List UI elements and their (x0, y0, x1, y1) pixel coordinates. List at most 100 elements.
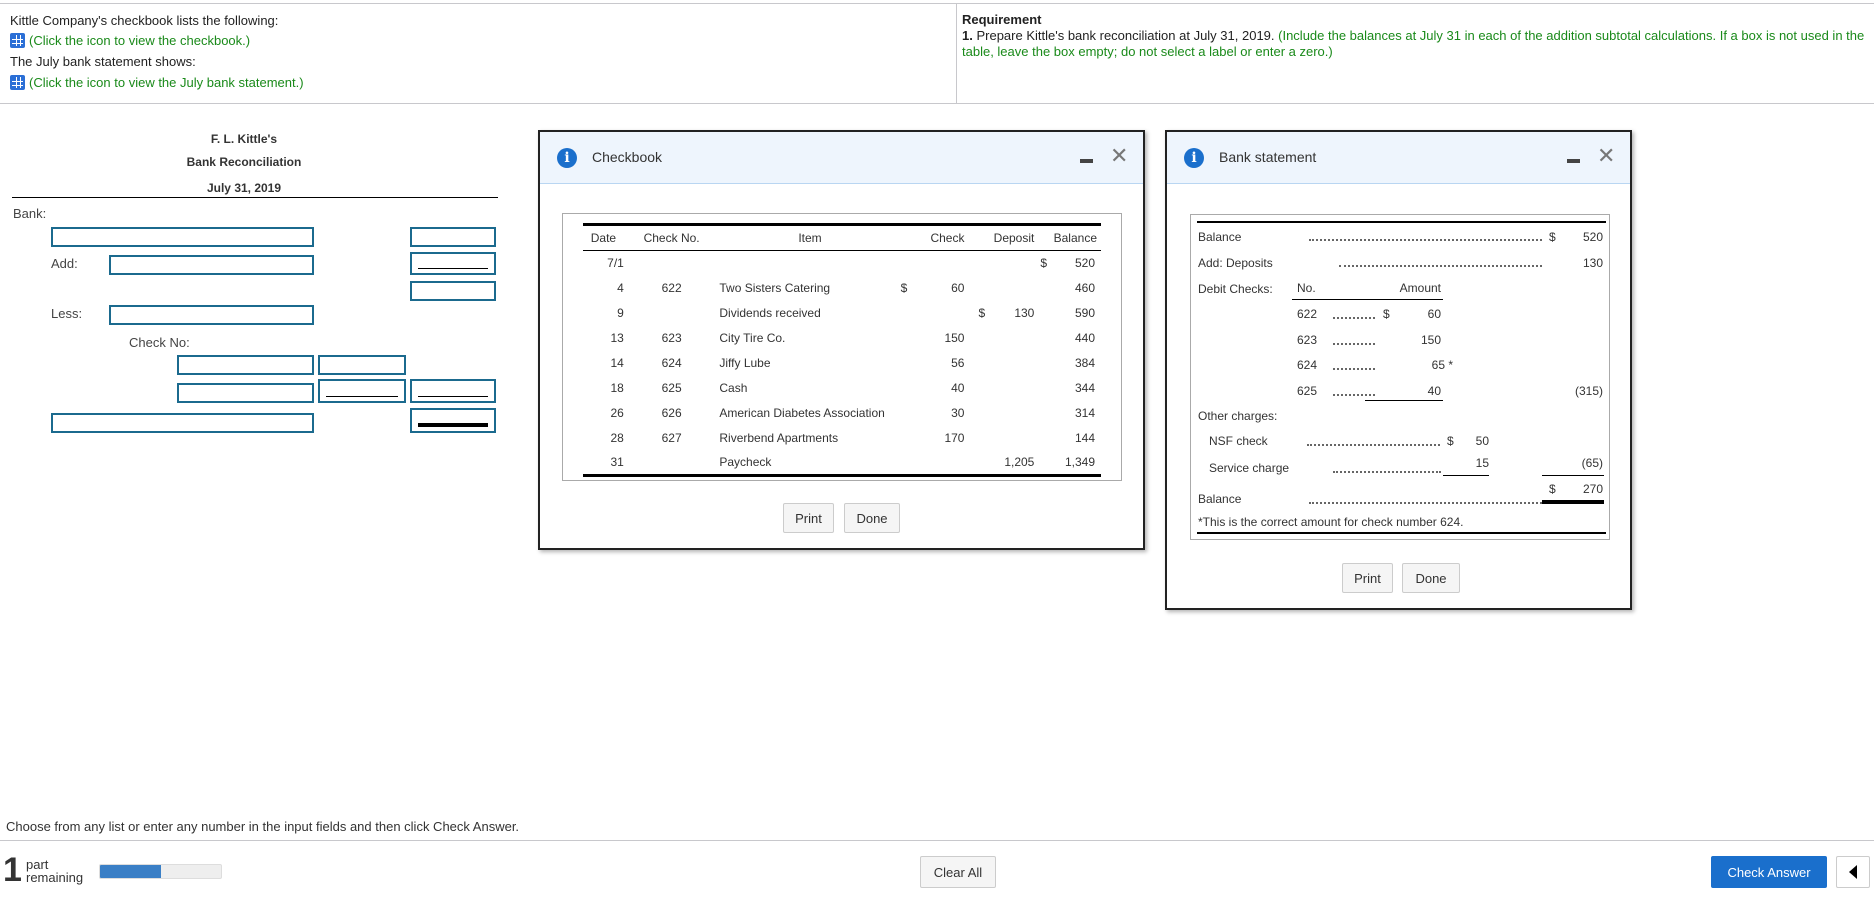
table-grid-icon[interactable] (10, 33, 25, 48)
check-amount: 60 (951, 281, 965, 295)
adjusted-bank-balance-input[interactable] (410, 408, 496, 433)
checkbook-link-text[interactable]: (Click the icon to view the checkbook.) (29, 33, 250, 48)
balance-amount: 144 (1074, 431, 1095, 445)
balance-cell: $520 (1034, 251, 1101, 276)
deposit-amount: 1,205 (1004, 455, 1035, 470)
check-number-input-2[interactable] (177, 383, 314, 403)
bank-description-input[interactable] (51, 227, 314, 247)
check-amount-text: 40 (1427, 383, 1441, 398)
leader-dots (1333, 342, 1375, 345)
check-amount: 150 (1396, 333, 1441, 347)
deposit-cell (964, 351, 1034, 376)
bank-statement-link-text[interactable]: (Click the icon to view the July bank st… (29, 75, 304, 90)
service-charge-label: Service charge (1209, 461, 1290, 475)
checks-total: (315) (1574, 384, 1603, 398)
balance-amount: 344 (1074, 381, 1095, 395)
check-amount-input-2[interactable] (318, 379, 406, 403)
footnote: *This is the correct amount for check nu… (1198, 515, 1464, 529)
check-no: 627 (661, 431, 682, 445)
adjusted-bank-label-input[interactable] (51, 413, 314, 433)
check-no: 623 (661, 331, 682, 345)
item: American Diabetes Association (719, 406, 885, 420)
check-amount-input-1[interactable] (318, 355, 406, 375)
bank-statement-print-button[interactable]: Print (1342, 563, 1393, 593)
footer-divider (0, 840, 1874, 841)
close-icon[interactable]: ✕ (1110, 143, 1128, 169)
table-grid-icon[interactable] (10, 75, 25, 90)
check-no: 622 (661, 281, 682, 295)
checkbook-link[interactable]: (Click the icon to view the checkbook.) (10, 33, 250, 48)
checkbook-row: 26 626 American Diabetes Association 30 … (583, 401, 1101, 426)
bank-less-description-input[interactable] (109, 305, 314, 325)
left-arrow-icon (1849, 865, 1857, 879)
col-deposit: Deposit (993, 231, 1035, 245)
bank-add-description-input[interactable] (109, 255, 314, 275)
checks-total-input[interactable] (410, 379, 496, 403)
bank-balance-input[interactable] (410, 227, 496, 247)
item: Cash (719, 381, 748, 395)
check-no (624, 301, 720, 326)
form-title: Bank Reconciliation (186, 155, 302, 169)
balance-cell: 384 (1034, 351, 1101, 376)
check-no (624, 451, 720, 476)
vertical-divider (956, 4, 957, 103)
close-icon[interactable]: ✕ (1597, 143, 1615, 169)
check-number: 625 (1297, 383, 1318, 398)
checkbook-header-row: Date Check No. Item Check Deposit Balanc… (583, 224, 1101, 251)
check-amount-text: 60 (1427, 307, 1441, 321)
checkbook-dialog-header: i Checkbook ✕ (540, 132, 1143, 184)
header-divider (0, 103, 1874, 104)
item (719, 251, 900, 276)
date: 14 (610, 356, 624, 370)
problem-line-2: The July bank statement shows: (10, 54, 196, 69)
balance-cell: 344 (1034, 376, 1101, 401)
bank-add-amount-input[interactable] (410, 252, 496, 275)
check-no (624, 251, 720, 276)
checkbook-row: 13 623 City Tire Co. 150 440 (583, 326, 1101, 351)
top-rule (1197, 221, 1606, 223)
bank-statement-box: Balance $ 520 Add: Deposits 130 Debit Ch… (1190, 214, 1610, 540)
charges-rule (1443, 475, 1489, 476)
previous-button[interactable] (1836, 856, 1870, 888)
info-icon: i (1184, 148, 1204, 168)
clear-all-button[interactable]: Clear All (920, 856, 996, 888)
amount-header: Amount (1399, 281, 1441, 295)
checkbook-print-button[interactable]: Print (783, 503, 834, 533)
bank-subtotal-input[interactable] (410, 281, 496, 301)
checkbook-row: 14 624 Jiffy Lube 56 384 (583, 351, 1101, 376)
balance-cell: 440 (1034, 326, 1101, 351)
currency: $ (900, 281, 908, 295)
checkbook-done-button[interactable]: Done (844, 503, 900, 533)
bank-statement-dialog-title: Bank statement (1219, 149, 1317, 165)
bank-statement-link[interactable]: (Click the icon to view the July bank st… (10, 75, 304, 90)
check-cell: 150 (901, 326, 964, 351)
check-no: 626 (661, 406, 682, 420)
checkbook-row: 7/1 $520 (583, 251, 1101, 276)
deposit-cell (964, 401, 1034, 426)
bank-statement-done-button[interactable]: Done (1402, 563, 1460, 593)
check-cell (901, 301, 965, 326)
checkbook-row: 18 625 Cash 40 344 (583, 376, 1101, 401)
item: Two Sisters Catering (719, 281, 831, 295)
check-currency: $ (1383, 307, 1390, 321)
check-number-input-1[interactable] (177, 355, 314, 375)
check-amount: 170 (944, 431, 965, 445)
check-no-label: Check No: (129, 335, 190, 350)
minimize-icon[interactable] (1080, 159, 1093, 163)
minimize-icon[interactable] (1567, 159, 1580, 163)
balance-cell: 144 (1034, 426, 1101, 451)
balance-currency: $ (1549, 230, 1556, 244)
currency: $ (1040, 256, 1048, 271)
leader-dots (1307, 444, 1440, 446)
item: City Tire Co. (719, 331, 786, 345)
info-icon: i (557, 148, 577, 168)
requirement-number: 1. (962, 28, 973, 43)
leader-dots (1309, 239, 1542, 241)
date: 31 (610, 455, 624, 470)
leader-dots (1309, 502, 1542, 504)
nsf-label: NSF check (1209, 434, 1268, 448)
check-answer-button[interactable]: Check Answer (1711, 856, 1827, 888)
deposit-cell: 1,205 (964, 451, 1034, 476)
check-amount: 30 (951, 406, 965, 420)
leader-dots (1333, 317, 1375, 319)
